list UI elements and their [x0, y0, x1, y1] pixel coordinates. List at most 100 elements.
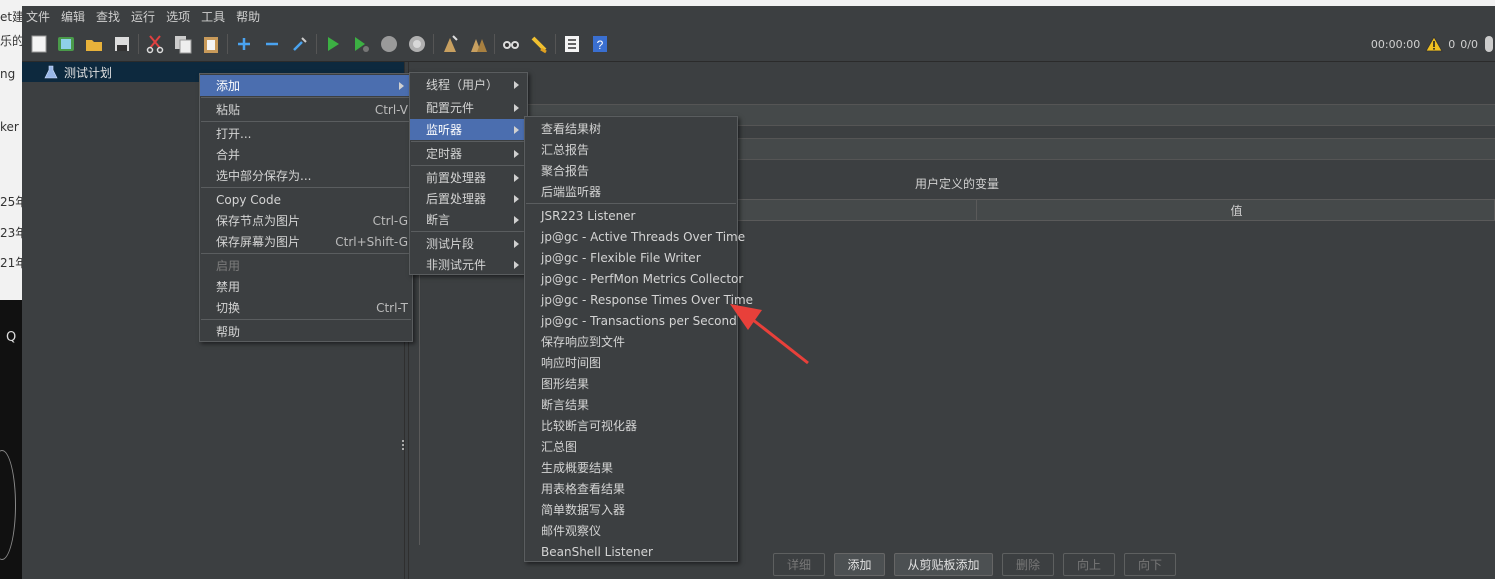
menu-item-label: 合并 — [216, 148, 241, 162]
menu-item-save-selection[interactable]: 选中部分保存为... — [200, 165, 412, 186]
listener-item-mailer-visualizer[interactable]: 邮件观察仪 — [525, 520, 737, 541]
delete-button[interactable]: 删除 — [1002, 553, 1054, 576]
submenu-item-assertions[interactable]: 断言 — [410, 209, 527, 230]
tree-node-label: 测试计划 — [64, 65, 113, 80]
menu-item-label: 邮件观察仪 — [541, 524, 602, 538]
submenu-item-threads[interactable]: 线程（用户） — [410, 74, 527, 95]
stop-icon[interactable] — [379, 34, 399, 54]
listener-item-assertion-results[interactable]: 断言结果 — [525, 394, 737, 415]
menu-shortcut: Ctrl-T — [376, 300, 408, 315]
menu-options[interactable]: 选项 — [162, 8, 197, 25]
listener-item-transactions-per-second[interactable]: jp@gc - Transactions per Second — [525, 310, 737, 331]
paste-icon[interactable] — [201, 34, 221, 54]
menu-item-disable[interactable]: 禁用 — [200, 276, 412, 297]
warning-icon[interactable] — [1425, 36, 1443, 52]
menu-item-label: 断言结果 — [541, 398, 590, 412]
listener-item-save-responses[interactable]: 保存响应到文件 — [525, 331, 737, 352]
menu-tools[interactable]: 工具 — [197, 8, 232, 25]
submenu-arrow-icon — [514, 80, 519, 89]
menu-item-label: 简单数据写入器 — [541, 503, 626, 517]
menu-item-enable: 启用 — [200, 255, 412, 276]
start-no-pause-icon[interactable] — [351, 34, 371, 54]
menu-item-save-screen-image[interactable]: 保存屏幕为图片 Ctrl+Shift-G — [200, 231, 412, 252]
menubar: 文件 编辑 查找 运行 选项 工具 帮助 — [22, 6, 1495, 26]
menu-item-help[interactable]: 帮助 — [200, 321, 412, 342]
move-up-button[interactable]: 向上 — [1063, 553, 1115, 576]
menu-item-add[interactable]: 添加 — [200, 75, 412, 96]
background-text: ker — [0, 120, 19, 134]
function-helper-icon[interactable] — [562, 34, 582, 54]
menu-item-label: 禁用 — [216, 280, 241, 294]
menu-item-label: jp@gc - Response Times Over Time — [541, 292, 754, 307]
listener-item-generate-summary[interactable]: 生成概要结果 — [525, 457, 737, 478]
save-icon[interactable] — [112, 34, 132, 54]
open-icon[interactable] — [84, 34, 104, 54]
search-icon[interactable] — [501, 34, 521, 54]
splitter-grip-icon[interactable] — [401, 438, 405, 452]
menu-run[interactable]: 运行 — [127, 8, 162, 25]
menu-item-label: 线程（用户） — [426, 78, 499, 92]
start-icon[interactable] — [323, 34, 343, 54]
menu-file[interactable]: 文件 — [22, 8, 57, 25]
menu-help[interactable]: 帮助 — [232, 8, 267, 25]
thread-count: 0/0 — [1460, 37, 1478, 51]
listener-item-active-threads[interactable]: jp@gc - Active Threads Over Time — [525, 226, 745, 247]
listener-item-view-results-table[interactable]: 用表格查看结果 — [525, 478, 737, 499]
help-icon[interactable]: ? — [590, 34, 610, 54]
menu-separator — [411, 141, 526, 142]
shutdown-icon[interactable] — [407, 34, 427, 54]
reset-search-icon[interactable] — [529, 34, 549, 54]
menu-item-toggle[interactable]: 切换 Ctrl-T — [200, 297, 412, 318]
menu-item-label: 保存屏幕为图片 — [216, 235, 301, 249]
submenu-item-timers[interactable]: 定时器 — [410, 143, 527, 164]
expand-icon[interactable] — [234, 34, 254, 54]
menu-item-save-node-image[interactable]: 保存节点为图片 Ctrl-G — [200, 210, 412, 231]
clear-all-icon[interactable] — [468, 34, 488, 54]
listener-item-view-results-tree[interactable]: 查看结果树 — [525, 118, 737, 139]
submenu-arrow-icon — [514, 173, 519, 182]
menu-item-label: 用表格查看结果 — [541, 482, 626, 496]
menu-item-merge[interactable]: 合并 — [200, 144, 412, 165]
add-button[interactable]: 添加 — [834, 553, 885, 576]
menu-edit[interactable]: 编辑 — [57, 8, 92, 25]
listener-item-aggregate-report[interactable]: 聚合报告 — [525, 160, 737, 181]
toggle-icon[interactable] — [290, 34, 310, 54]
menu-separator — [201, 97, 411, 98]
submenu-item-config-elements[interactable]: 配置元件 — [410, 97, 527, 118]
listener-item-comparison-visualizer[interactable]: 比较断言可视化器 — [525, 415, 737, 436]
listener-item-flexible-file-writer[interactable]: jp@gc - Flexible File Writer — [525, 247, 737, 268]
listener-item-response-times[interactable]: jp@gc - Response Times Over Time — [525, 289, 753, 310]
toolbar-separator — [227, 34, 228, 54]
listener-item-beanshell[interactable]: BeanShell Listener — [525, 541, 737, 562]
listener-item-jsr223[interactable]: JSR223 Listener — [525, 205, 737, 226]
column-header-value[interactable]: 值 — [977, 200, 1495, 222]
listener-item-simple-data-writer[interactable]: 简单数据写入器 — [525, 499, 737, 520]
copy-icon[interactable] — [173, 34, 193, 54]
submenu-item-pre-processors[interactable]: 前置处理器 — [410, 167, 527, 188]
listener-item-aggregate-graph[interactable]: 汇总图 — [525, 436, 737, 457]
detail-button[interactable]: 详细 — [773, 553, 825, 576]
menu-shortcut: Ctrl-V — [374, 102, 408, 117]
menu-item-copy-code[interactable]: Copy Code — [200, 189, 412, 210]
new-icon[interactable] — [29, 34, 49, 54]
listener-item-response-time-graph[interactable]: 响应时间图 — [525, 352, 737, 373]
templates-icon[interactable] — [56, 34, 76, 54]
menu-item-label: 粘贴 — [216, 103, 241, 117]
menu-item-open[interactable]: 打开... — [200, 123, 412, 144]
listener-item-backend-listener[interactable]: 后端监听器 — [525, 181, 737, 202]
listener-item-summary-report[interactable]: 汇总报告 — [525, 139, 737, 160]
add-from-clipboard-button[interactable]: 从剪贴板添加 — [894, 553, 993, 576]
move-down-button[interactable]: 向下 — [1124, 553, 1176, 576]
submenu-item-post-processors[interactable]: 后置处理器 — [410, 188, 527, 209]
collapse-icon[interactable] — [262, 34, 282, 54]
listener-item-graph-results[interactable]: 图形结果 — [525, 373, 737, 394]
clear-icon[interactable] — [440, 34, 460, 54]
menu-separator — [411, 231, 526, 232]
menu-item-paste[interactable]: 粘贴 Ctrl-V — [200, 99, 412, 120]
submenu-item-test-fragment[interactable]: 测试片段 — [410, 233, 527, 254]
submenu-item-listeners[interactable]: 监听器 — [410, 119, 527, 140]
cut-icon[interactable] — [145, 34, 165, 54]
listener-item-perfmon[interactable]: jp@gc - PerfMon Metrics Collector — [525, 268, 743, 289]
submenu-item-non-test-elements[interactable]: 非测试元件 — [410, 254, 527, 275]
menu-search[interactable]: 查找 — [92, 8, 127, 25]
